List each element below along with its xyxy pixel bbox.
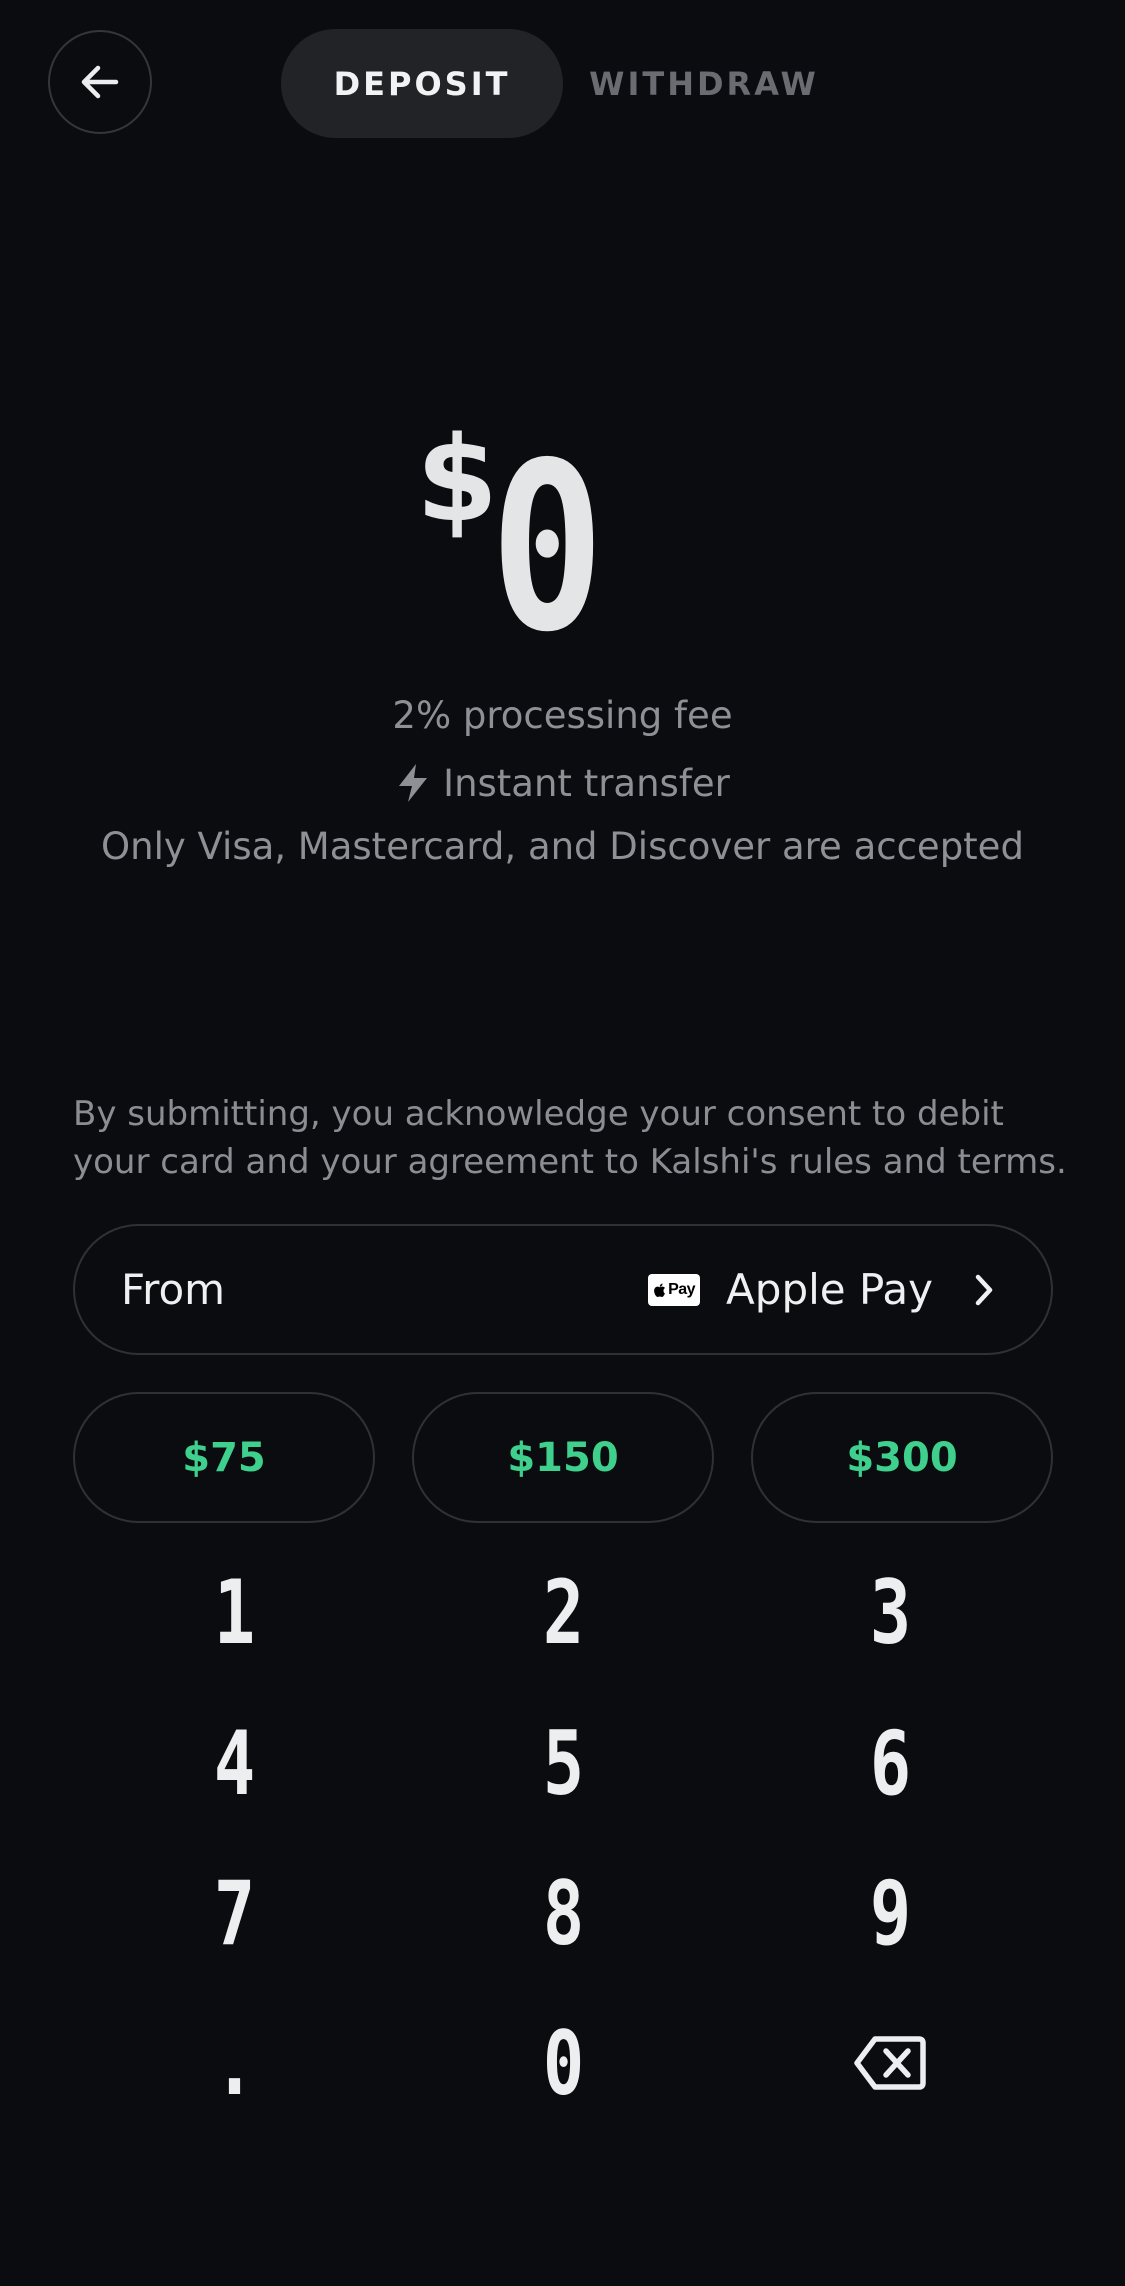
amount-display: $ 0 [0, 410, 1125, 664]
apple-pay-badge-text: Pay [668, 1280, 696, 1298]
keypad-key-8[interactable]: 8 [413, 1838, 713, 1988]
preset-amount-button[interactable]: $300 [751, 1392, 1053, 1523]
amount-currency: $ [416, 410, 499, 548]
processing-fee-text: 2% processing fee [392, 694, 733, 737]
back-button[interactable] [48, 30, 152, 134]
arrow-left-icon [81, 65, 119, 99]
keypad-key-9[interactable]: 9 [740, 1838, 1040, 1988]
keypad-key-0[interactable]: 0 [413, 1988, 713, 2138]
keypad-key-7[interactable]: 7 [84, 1838, 384, 1988]
preset-amount-button[interactable]: $150 [412, 1392, 714, 1523]
preset-amount-button[interactable]: $75 [73, 1392, 375, 1523]
keypad-key-label: 3 [869, 1560, 911, 1664]
keypad-key-label: 1 [213, 1560, 255, 1664]
keypad-key-6[interactable]: 6 [740, 1688, 1040, 1838]
keypad-key-label: 2 [542, 1560, 584, 1664]
chevron-right-icon [973, 1273, 995, 1307]
accepted-cards-text: Only Visa, Mastercard, and Discover are … [101, 825, 1024, 868]
instant-transfer-row: Instant transfer [0, 762, 1125, 804]
tab-deposit[interactable]: DEPOSIT [281, 29, 563, 138]
keypad-key-label: 9 [869, 1861, 911, 1965]
payment-method-selector[interactable]: From Pay Apple Pay [73, 1224, 1053, 1355]
keypad-key-label: 6 [869, 1711, 911, 1815]
keypad-key-decimal[interactable]: . [84, 1988, 384, 2138]
amount-value: 0 [490, 413, 605, 683]
keypad-key-2[interactable]: 2 [413, 1537, 713, 1687]
from-label: From [121, 1265, 226, 1314]
lightning-bolt-icon [399, 764, 428, 802]
keypad-key-label: 5 [542, 1711, 584, 1815]
consent-text: By submitting, you acknowledge your cons… [73, 1094, 1067, 1182]
keypad-key-label: 7 [213, 1861, 255, 1965]
keypad-key-label: 8 [542, 1861, 584, 1965]
keypad-key-label: 4 [213, 1711, 255, 1815]
keypad-key-label: 0 [542, 2011, 584, 2115]
backspace-icon [854, 2036, 926, 2090]
keypad-key-1[interactable]: 1 [84, 1537, 384, 1687]
instant-transfer-text: Instant transfer [443, 761, 730, 805]
apple-pay-icon: Pay [648, 1273, 701, 1306]
tab-withdraw[interactable]: WITHDRAW [582, 29, 826, 138]
keypad-backspace-button[interactable] [740, 1988, 1040, 2138]
keypad-key-label: . [213, 2011, 255, 2115]
payment-method-label: Apple Pay [726, 1265, 933, 1314]
keypad-key-3[interactable]: 3 [740, 1537, 1040, 1687]
payment-method: Pay Apple Pay [648, 1226, 995, 1353]
keypad-key-4[interactable]: 4 [84, 1688, 384, 1838]
keypad-key-5[interactable]: 5 [413, 1688, 713, 1838]
